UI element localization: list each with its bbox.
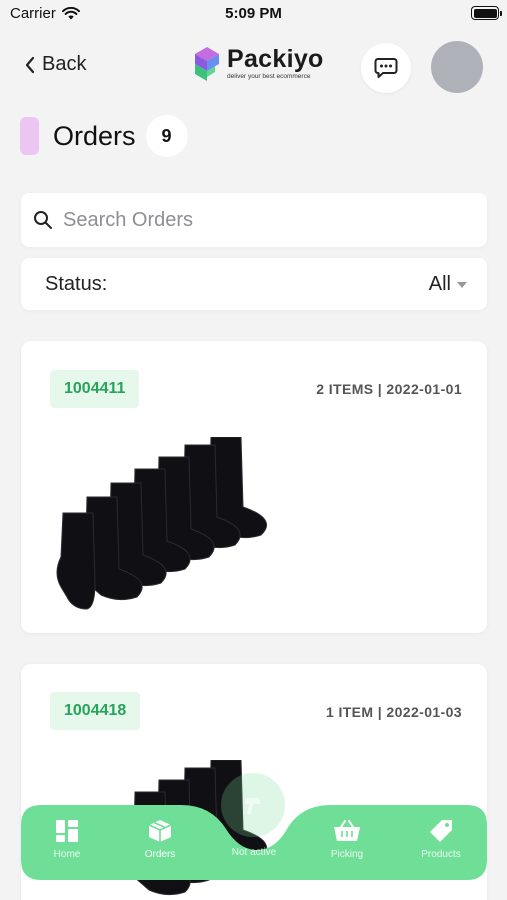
status-filter-value[interactable]: All bbox=[429, 273, 467, 296]
tab-not-active[interactable]: Not active bbox=[214, 831, 294, 858]
status-filter-label: Status: bbox=[45, 272, 108, 295]
chevron-left-icon bbox=[25, 56, 35, 73]
title-accent-bar bbox=[20, 117, 39, 155]
basket-icon bbox=[334, 820, 360, 841]
order-meta: 1 ITEM | 2022-01-03 bbox=[325, 704, 462, 720]
user-avatar[interactable] bbox=[431, 41, 483, 93]
chat-button[interactable] bbox=[361, 43, 411, 93]
logo-wordmark: Packiyo bbox=[227, 45, 324, 73]
tab-home[interactable]: Home bbox=[27, 819, 107, 860]
search-icon bbox=[34, 211, 52, 229]
logo-tagline: deliver your best ecommerce bbox=[227, 73, 311, 80]
tab-not-active-label: Not active bbox=[231, 847, 277, 858]
tab-orders-label: Orders bbox=[144, 849, 176, 860]
back-button[interactable]: Back bbox=[24, 53, 86, 76]
search-input[interactable] bbox=[63, 208, 463, 232]
page-header: Orders 9 bbox=[20, 115, 188, 157]
status-selected-value: All bbox=[428, 272, 451, 295]
order-id-badge: 1004411 bbox=[50, 370, 140, 408]
order-card[interactable]: 1004411 2 ITEMS | 2022-01-01 bbox=[21, 341, 487, 633]
order-id-badge: 1004418 bbox=[50, 692, 141, 730]
tag-icon bbox=[430, 820, 452, 842]
orders-count-badge: 9 bbox=[145, 115, 188, 157]
bottom-tab-bar: Home Orders Not active Picking Products bbox=[21, 805, 487, 880]
tab-products[interactable]: Products bbox=[401, 819, 481, 860]
brand-logo: Packiyo deliver your best ecommerce bbox=[193, 46, 324, 82]
status-bar: Carrier 5:09 PM bbox=[0, 0, 507, 30]
caret-down-icon bbox=[457, 282, 467, 288]
grid-icon bbox=[56, 820, 78, 842]
nav-header: Back Packiyo deliver your best ecommerce bbox=[0, 38, 507, 98]
order-meta: 2 ITEMS | 2022-01-01 bbox=[316, 381, 462, 397]
chat-bubble-icon bbox=[374, 58, 398, 78]
page-title: Orders bbox=[53, 120, 136, 151]
battery-icon bbox=[471, 6, 502, 20]
packiyo-logo-icon bbox=[195, 47, 219, 81]
tab-picking[interactable]: Picking bbox=[307, 819, 387, 860]
tab-picking-label: Picking bbox=[330, 849, 364, 860]
status-filter-dropdown[interactable]: Status: All bbox=[21, 258, 487, 310]
clock: 5:09 PM bbox=[225, 5, 282, 22]
back-label: Back bbox=[42, 53, 87, 75]
tab-orders[interactable]: Orders bbox=[120, 819, 200, 860]
tab-products-label: Products bbox=[421, 849, 461, 860]
search-bar[interactable] bbox=[21, 193, 487, 247]
box-icon bbox=[148, 820, 172, 842]
socks-product-image bbox=[56, 437, 267, 610]
tab-home-label: Home bbox=[53, 849, 81, 860]
